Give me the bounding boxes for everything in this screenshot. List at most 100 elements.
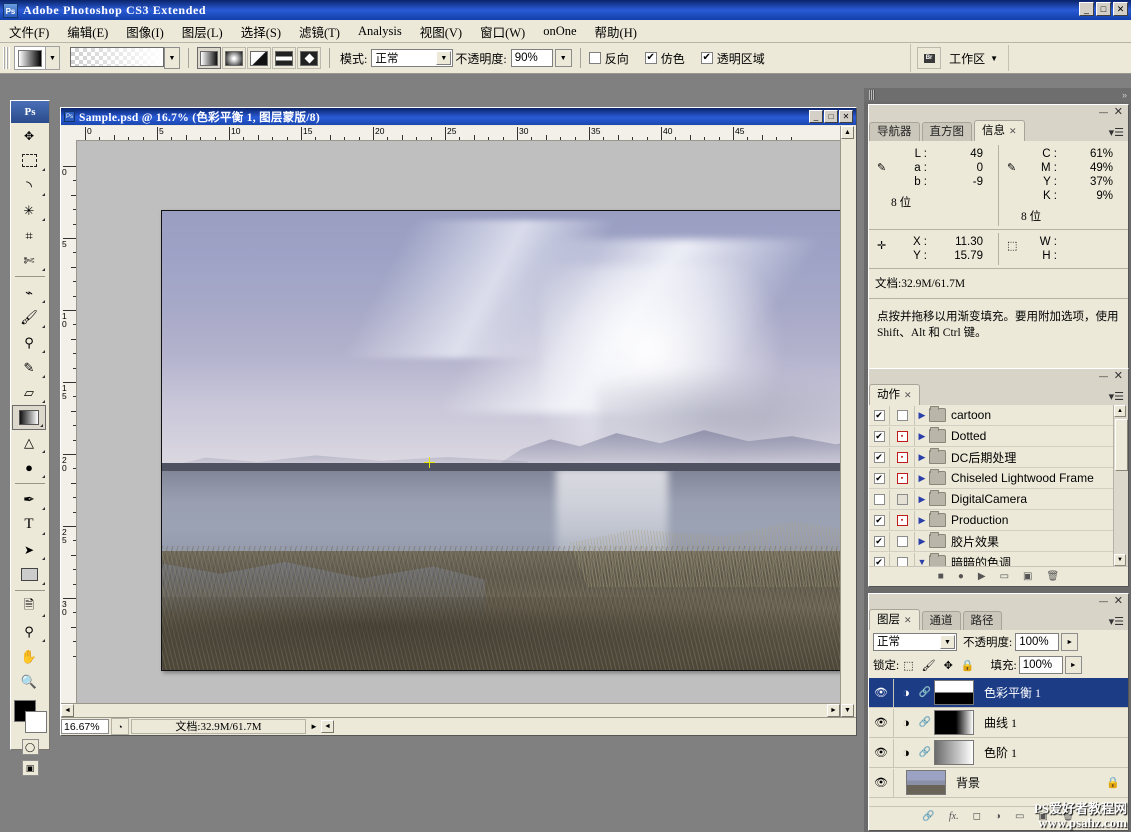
- action-toggle-cell[interactable]: ✔: [869, 426, 890, 446]
- new-action-icon[interactable]: ▣: [1023, 571, 1032, 582]
- info-minimize-icon[interactable]: —: [1099, 107, 1108, 117]
- dock-collapse-icon[interactable]: »: [1122, 90, 1127, 100]
- action-modal-cell[interactable]: ▪: [890, 510, 915, 530]
- tab-channels[interactable]: 通道: [921, 611, 961, 630]
- menu-edit[interactable]: 编辑(E): [58, 20, 117, 43]
- action-expand-icon[interactable]: ▶: [915, 410, 929, 421]
- action-enable-checkbox[interactable]: ✔: [873, 451, 885, 463]
- dither-checkbox[interactable]: ✔: [644, 52, 657, 64]
- action-modal-box[interactable]: [896, 535, 908, 547]
- actions-close-icon[interactable]: ✕: [1114, 369, 1123, 382]
- diamond-gradient-button[interactable]: [297, 47, 321, 69]
- layer-row-color-balance[interactable]: 👁 ◑ 🔗 色彩平衡 1: [869, 678, 1128, 708]
- hand-tool[interactable]: ✋: [11, 644, 47, 669]
- group-icon[interactable]: ▭: [1015, 811, 1024, 822]
- new-set-icon[interactable]: ▭: [1000, 571, 1009, 582]
- action-modal-cell[interactable]: [890, 531, 915, 551]
- eyedropper-tool[interactable]: ⚲: [11, 619, 47, 644]
- scroll-up-button[interactable]: ▲: [841, 126, 854, 139]
- crop-tool[interactable]: ⌗: [11, 223, 47, 248]
- mask-icon[interactable]: ◻: [973, 811, 981, 822]
- layer-row-background[interactable]: 👁 背景 🔒: [869, 768, 1128, 798]
- quick-mask-toggle[interactable]: ◯: [21, 739, 39, 755]
- action-row-film[interactable]: ✔ ▶ 胶片效果: [869, 531, 1128, 552]
- menu-layer[interactable]: 图层(L): [173, 20, 232, 43]
- scroll-right-button[interactable]: ►: [827, 704, 840, 717]
- action-collapse-icon[interactable]: ▼: [915, 557, 929, 566]
- menu-help[interactable]: 帮助(H): [586, 20, 646, 43]
- layer-opacity-input[interactable]: 100%: [1015, 633, 1060, 651]
- layers-panel-menu-icon[interactable]: ▾☰: [1109, 615, 1124, 628]
- status-preview-icon[interactable]: ◔: [111, 718, 129, 735]
- reverse-checkbox[interactable]: [588, 52, 601, 64]
- radial-gradient-button[interactable]: [222, 47, 246, 69]
- opacity-stepper[interactable]: ▼: [554, 49, 572, 67]
- gradient-swatch[interactable]: [70, 47, 164, 67]
- magic-wand-tool[interactable]: ✳: [11, 198, 47, 223]
- slice-tool[interactable]: ✄: [11, 248, 47, 273]
- delete-icon[interactable]: 🗑: [1047, 571, 1060, 582]
- lasso-tool[interactable]: ◝: [11, 173, 47, 198]
- action-enable-checkbox[interactable]: ✔: [873, 535, 885, 547]
- maximize-button[interactable]: □: [1096, 2, 1111, 16]
- action-expand-icon[interactable]: ▶: [915, 431, 929, 442]
- zoom-level-input[interactable]: 16.67%: [61, 719, 109, 734]
- reverse-checkbox-group[interactable]: 反向: [588, 50, 629, 67]
- action-modal-box[interactable]: ▪: [896, 430, 908, 442]
- workspace-chevron-down-icon[interactable]: ▼: [990, 54, 998, 63]
- blend-mode-select[interactable]: 正常 ▼: [371, 49, 454, 67]
- layer-row-curves[interactable]: 👁 ◑ 🔗 曲线 1: [869, 708, 1128, 738]
- transparency-checkbox-group[interactable]: ✔ 透明区域: [700, 50, 765, 67]
- layer-fill-stepper[interactable]: ►: [1064, 656, 1082, 674]
- info-panel-menu-icon[interactable]: ▾☰: [1109, 126, 1124, 139]
- menu-view[interactable]: 视图(V): [411, 20, 471, 43]
- menu-image[interactable]: 图像(I): [117, 20, 173, 43]
- tab-info-close-icon[interactable]: ✕: [1009, 126, 1017, 136]
- actions-scrollbar[interactable]: ▲ ▼: [1113, 405, 1128, 566]
- lock-position-icon[interactable]: ✥: [944, 659, 953, 672]
- action-expand-icon[interactable]: ▶: [915, 536, 929, 547]
- tool-preset-chevron-down-icon[interactable]: ▼: [46, 46, 60, 70]
- action-enable-checkbox[interactable]: ✔: [873, 514, 885, 526]
- options-bar-grip[interactable]: [3, 47, 10, 69]
- menu-onone[interactable]: onOne: [534, 22, 585, 41]
- menu-analysis[interactable]: Analysis: [349, 22, 411, 41]
- zoom-tool[interactable]: 🔍: [11, 669, 47, 694]
- action-toggle-cell[interactable]: ✔: [869, 405, 890, 425]
- layer-fill-input[interactable]: 100%: [1018, 656, 1063, 674]
- clone-stamp-tool[interactable]: ⚲: [11, 330, 47, 355]
- menu-filter[interactable]: 滤镜(T): [290, 20, 349, 43]
- stop-icon[interactable]: ■: [938, 571, 944, 582]
- tab-histogram[interactable]: 直方图: [921, 122, 972, 141]
- canvas-area[interactable]: [77, 141, 856, 718]
- type-tool[interactable]: T: [11, 512, 47, 537]
- menu-window[interactable]: 窗口(W): [471, 20, 534, 43]
- actions-scroll-up-button[interactable]: ▲: [1114, 405, 1126, 417]
- minimize-button[interactable]: _: [1079, 2, 1094, 16]
- reflected-gradient-button[interactable]: [272, 47, 296, 69]
- record-icon[interactable]: ●: [958, 571, 964, 582]
- actions-scroll-thumb[interactable]: [1115, 419, 1128, 471]
- action-modal-box[interactable]: ▪: [896, 472, 908, 484]
- action-toggle-cell[interactable]: ✔: [869, 447, 890, 467]
- tab-navigator[interactable]: 导航器: [869, 122, 920, 141]
- action-modal-cell[interactable]: ▪: [890, 426, 915, 446]
- layer-mask-link-icon[interactable]: 🔗: [918, 687, 932, 698]
- image-canvas[interactable]: [161, 210, 856, 671]
- lock-image-icon[interactable]: 🖌: [922, 659, 936, 672]
- gradient-tool[interactable]: [12, 405, 46, 430]
- action-enable-checkbox[interactable]: ✔: [873, 430, 885, 442]
- layer-mask-link-icon[interactable]: 🔗: [918, 717, 932, 728]
- tab-actions[interactable]: 动作 ✕: [869, 384, 920, 405]
- tab-actions-close-icon[interactable]: ✕: [904, 390, 912, 400]
- layer-thumbnail[interactable]: [906, 770, 946, 795]
- action-row-dark-tone[interactable]: ✔ ▼ 暗暗的色调: [869, 552, 1128, 566]
- opacity-input[interactable]: 90%: [510, 49, 553, 67]
- actions-minimize-icon[interactable]: —: [1099, 371, 1108, 381]
- status-resize-handle[interactable]: ◄: [320, 720, 334, 733]
- path-selection-tool[interactable]: ➤: [11, 537, 47, 562]
- document-maximize-button[interactable]: □: [824, 110, 838, 123]
- actions-scroll-down-button[interactable]: ▼: [1114, 554, 1126, 566]
- action-row-production[interactable]: ✔ ▪ ▶ Production: [869, 510, 1128, 531]
- menu-select[interactable]: 选择(S): [232, 20, 290, 43]
